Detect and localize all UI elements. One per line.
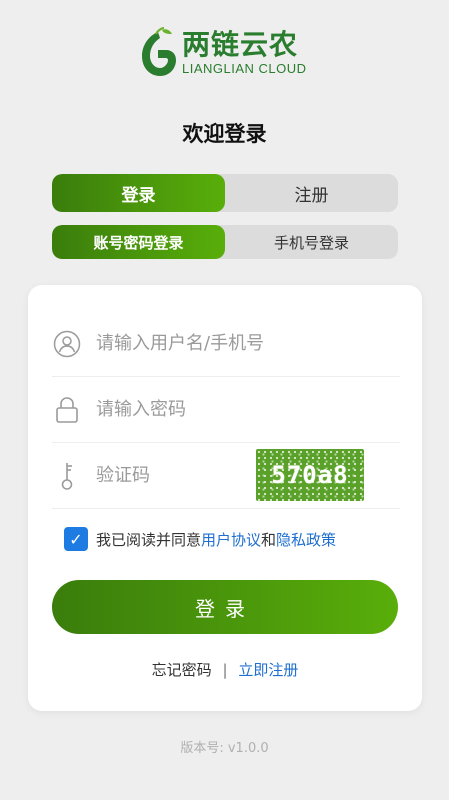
password-input[interactable] (96, 399, 296, 420)
bottom-links: 忘记密码 | 立即注册 (28, 659, 422, 680)
username-row (52, 311, 400, 377)
register-now-link[interactable]: 立即注册 (238, 661, 298, 679)
version-text: 版本号: v1.0.0 (180, 741, 269, 756)
captcha-input[interactable] (96, 465, 246, 486)
agreement-row: ✓ 我已阅读并同意 用户协议 和 隐私政策 (64, 525, 336, 553)
welcome-title: 欢迎登录 (182, 122, 267, 146)
agreement-checkbox[interactable]: ✓ (64, 527, 88, 551)
logo-name-en: LIANGLIAN CLOUD (182, 61, 307, 76)
tab-account-login[interactable]: 账号密码登录 (52, 225, 225, 259)
app-logo: 两链云农 LIANGLIAN CLOUD (136, 24, 316, 82)
key-icon (52, 461, 82, 491)
login-button[interactable]: 登录 (52, 580, 398, 634)
check-icon: ✓ (69, 529, 83, 549)
captcha-code: 570a8 (271, 461, 349, 489)
privacy-policy-link[interactable]: 隐私政策 (276, 529, 336, 550)
user-agreement-link[interactable]: 用户协议 (201, 529, 261, 550)
tab-phone-login[interactable]: 手机号登录 (225, 225, 398, 259)
password-row (52, 377, 400, 443)
tab-register[interactable]: 注册 (225, 174, 398, 212)
login-card: 570a8 ✓ 我已阅读并同意 用户协议 和 隐私政策 登录 忘记密码 | 立即… (28, 285, 422, 711)
forgot-password-link[interactable]: 忘记密码 (152, 661, 212, 679)
auth-tab-bar: 登录 注册 (52, 174, 398, 212)
login-mode-bar: 账号密码登录 手机号登录 (52, 225, 398, 259)
leaf-logo-icon (142, 27, 176, 76)
agreement-prefix: 我已阅读并同意 (96, 530, 202, 549)
tab-login[interactable]: 登录 (52, 174, 225, 212)
link-separator: | (222, 661, 228, 679)
agreement-and: 和 (261, 530, 277, 549)
username-input[interactable] (96, 333, 296, 354)
user-icon (52, 329, 82, 359)
lock-icon (52, 395, 82, 425)
logo-name-cn: 两链云农 (182, 28, 299, 61)
captcha-image[interactable]: 570a8 (256, 449, 364, 501)
